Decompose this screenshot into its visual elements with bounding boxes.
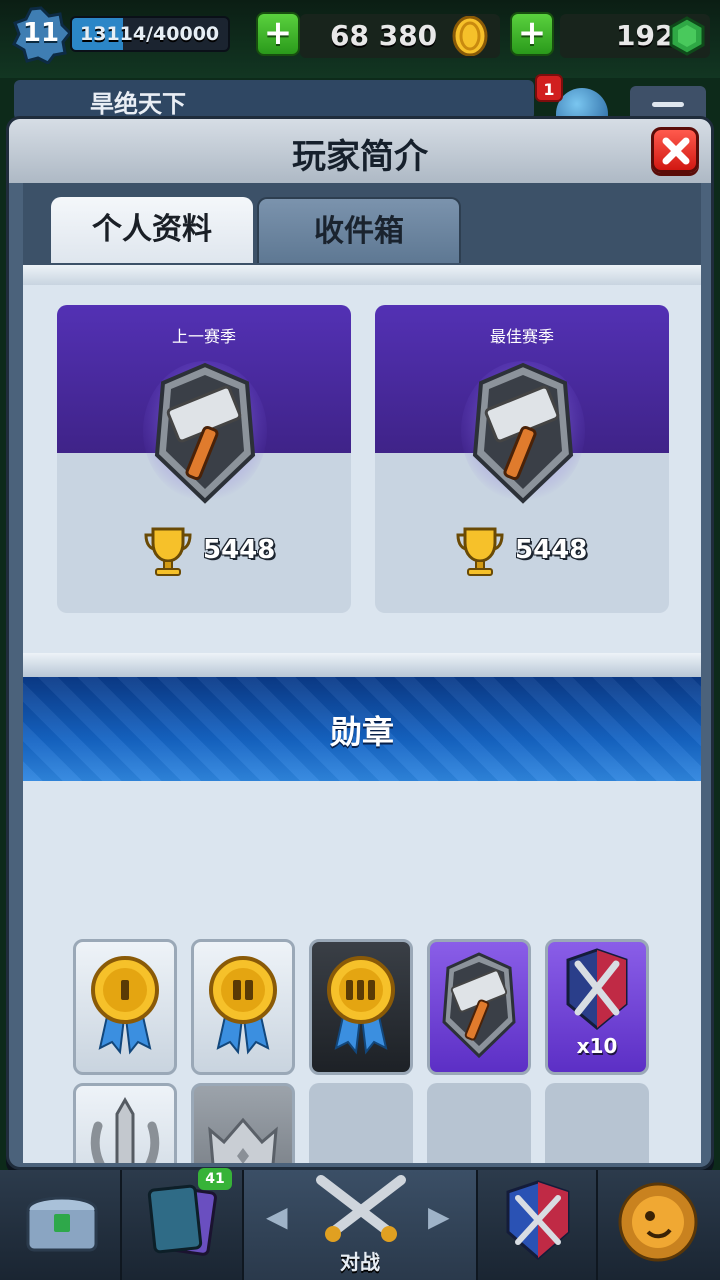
bottom-nav: ◀ ▶ 对战: [0, 1170, 720, 1280]
profile-content: 上一赛季 5448 最佳赛季 5448 勋章 x10: [23, 265, 701, 1163]
trophy-count: 5448: [203, 535, 276, 565]
sword-laurel-icon: [90, 1096, 160, 1163]
clan-strip[interactable]: 旱绝天下: [14, 80, 534, 120]
gems-amount: 192: [616, 19, 675, 52]
badge-count: x10: [576, 1034, 618, 1058]
clan-name: 旱绝天下: [90, 90, 186, 118]
events-icon: [618, 1182, 698, 1262]
trophy-icon: [456, 527, 504, 576]
hammer-arena-icon: [442, 952, 516, 1059]
battle-icon: [316, 1175, 406, 1242]
badge-slot[interactable]: [427, 939, 531, 1075]
trophy-icon: [144, 527, 192, 576]
section-divider: [23, 653, 701, 677]
gem-icon: [669, 16, 705, 56]
gems-counter: 192: [560, 14, 710, 58]
level-number: 11: [22, 18, 60, 48]
hammer-arena-icon: [143, 361, 267, 504]
empty-badge-slot: [309, 1083, 413, 1163]
empty-badge-slot: [545, 1083, 649, 1163]
notification-badge: 1: [535, 74, 563, 102]
season-label: 最佳赛季: [489, 327, 554, 346]
nav-right-arrow-icon[interactable]: ▶: [428, 1200, 450, 1233]
trophy-row: 5448: [375, 525, 669, 577]
badge-slot[interactable]: [191, 1083, 295, 1163]
trophy-row: 5448: [57, 525, 351, 577]
hammer-arena-icon: [461, 361, 585, 504]
xp-bar: 13114/40000: [70, 16, 230, 52]
nav-clan[interactable]: [478, 1170, 598, 1280]
close-icon: [662, 137, 690, 165]
season-label: 上一赛季: [171, 327, 236, 346]
badge-slot[interactable]: [73, 1083, 177, 1163]
season-card-previous: 上一赛季 5448: [57, 305, 351, 613]
buy-gems-button[interactable]: +: [510, 12, 554, 56]
gold-amount: 68 380: [330, 19, 438, 52]
badge-slot[interactable]: [191, 939, 295, 1075]
nav-events[interactable]: [598, 1170, 720, 1280]
tab-inbox[interactable]: 收件箱: [257, 197, 461, 263]
content-divider-top: [23, 265, 701, 285]
chest-icon: [26, 1196, 98, 1252]
nav-battle[interactable]: ◀ ▶ 对战: [244, 1170, 478, 1280]
empty-badge-slot: [427, 1083, 531, 1163]
badges-banner: 勋章: [23, 677, 701, 781]
trophy-count: 5448: [515, 535, 588, 565]
nav-battle-label: 对战: [340, 1250, 380, 1274]
crown-icon: [208, 1117, 278, 1163]
modal-title: 玩家简介: [292, 137, 428, 177]
badge-slot[interactable]: [309, 939, 413, 1075]
cards-count-badge: 41: [198, 1168, 232, 1190]
nav-shop[interactable]: [0, 1170, 122, 1280]
gold-coin-icon: [452, 16, 488, 56]
xp-text: 13114/40000: [80, 23, 220, 45]
modal-header: 玩家简介: [9, 119, 711, 183]
badges-title: 勋章: [329, 713, 394, 751]
gold-counter: 68 380: [300, 14, 500, 58]
level-badge[interactable]: 11: [10, 6, 72, 65]
clan-war-icon: [506, 1180, 570, 1260]
player-profile-modal: 玩家简介 个人资料 收件箱 上一赛季 5448 最佳赛季 5448 勋章 x10: [6, 116, 714, 1170]
top-hud: 11 13114/40000 + 68 380 + 192 旱绝天下 1: [0, 0, 720, 128]
badge-slot[interactable]: x10: [545, 939, 649, 1075]
nav-left-arrow-icon[interactable]: ◀: [266, 1200, 288, 1233]
gold-medal-1-icon: [91, 956, 159, 1055]
badge-slot[interactable]: [73, 939, 177, 1075]
tab-bar: 个人资料 收件箱: [23, 183, 701, 265]
gold-medal-3-icon: [327, 956, 395, 1055]
season-card-best: 最佳赛季 5448: [375, 305, 669, 613]
close-button[interactable]: [651, 127, 699, 173]
gold-medal-2-icon: [209, 956, 277, 1055]
buy-gold-button[interactable]: +: [256, 12, 300, 56]
cards-icon: [147, 1184, 217, 1256]
tab-profile[interactable]: 个人资料: [51, 197, 253, 263]
